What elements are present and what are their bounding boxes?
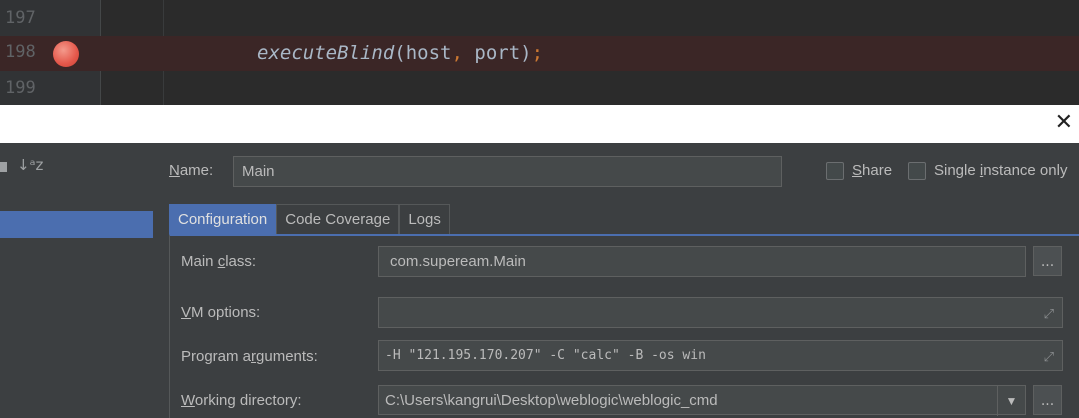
tab-logs[interactable]: Logs xyxy=(399,204,450,234)
expand-icon[interactable]: ⤢ xyxy=(1044,350,1054,365)
configurations-tree-panel: ↓ᵃz xyxy=(0,143,153,418)
line-number: 197 xyxy=(5,8,36,28)
program-arguments-value: -H "121.195.170.207" -C "calc" -B -os wi… xyxy=(385,348,706,363)
share-label: Share xyxy=(852,162,893,179)
line-number: 199 xyxy=(5,78,36,98)
tree-item-selected[interactable] xyxy=(0,211,153,238)
name-label: Name: xyxy=(169,162,214,179)
code-args: (host xyxy=(394,42,452,64)
program-arguments-input[interactable]: -H "121.195.170.207" -C "calc" -B -os wi… xyxy=(378,340,1063,371)
working-directory-browse-button[interactable]: ... xyxy=(1033,385,1062,415)
working-directory-input[interactable]: C:\Users\kangrui\Desktop\weblogic\weblog… xyxy=(378,385,1026,416)
single-instance-label: Single instance only xyxy=(934,162,1068,179)
main-class-input[interactable]: com.supeream.Main xyxy=(378,246,1026,277)
code-args-2: port) xyxy=(462,42,532,64)
tab-configuration[interactable]: Configuration xyxy=(169,204,277,234)
collapse-icon[interactable] xyxy=(0,162,7,172)
code-line-197[interactable]: 197 xyxy=(0,2,1079,37)
code-comma: , xyxy=(451,42,463,64)
line-number: 198 xyxy=(5,42,36,62)
share-checkbox[interactable] xyxy=(826,162,844,180)
config-tabs: Configuration Code Coverage Logs xyxy=(169,204,450,234)
code-line-199[interactable]: 199 xyxy=(0,72,1079,105)
code-editor[interactable]: 197 198 executeBlind(host, port); 199 xyxy=(0,0,1079,105)
program-arguments-label: Program arguments: xyxy=(181,348,318,365)
single-instance-checkbox[interactable] xyxy=(908,162,926,180)
working-directory-label: Working directory: xyxy=(181,392,302,409)
name-input[interactable]: Main xyxy=(233,156,782,187)
vm-options-label: VM options: xyxy=(181,304,261,321)
vm-options-input[interactable]: ⤢ xyxy=(378,297,1063,328)
tab-code-coverage[interactable]: Code Coverage xyxy=(276,204,400,234)
main-class-browse-button[interactable]: ... xyxy=(1033,246,1062,276)
breakpoint-icon[interactable] xyxy=(53,41,79,67)
working-directory-value: C:\Users\kangrui\Desktop\weblogic\weblog… xyxy=(385,391,718,409)
close-icon[interactable]: ✕ xyxy=(1055,111,1073,135)
code-text: executeBlind(host, port); xyxy=(257,42,543,64)
sort-alphabetically-icon[interactable]: ↓ᵃz xyxy=(17,156,43,174)
code-function: executeBlind xyxy=(257,42,395,64)
chevron-down-icon[interactable]: ▼ xyxy=(997,386,1025,416)
dialog-titlebar: ✕ xyxy=(0,105,1079,143)
code-semicolon: ; xyxy=(531,42,544,64)
expand-icon[interactable]: ⤢ xyxy=(1044,307,1054,322)
code-line-198[interactable]: 198 executeBlind(host, port); xyxy=(0,36,1079,71)
main-class-label: Main class: xyxy=(181,253,257,270)
